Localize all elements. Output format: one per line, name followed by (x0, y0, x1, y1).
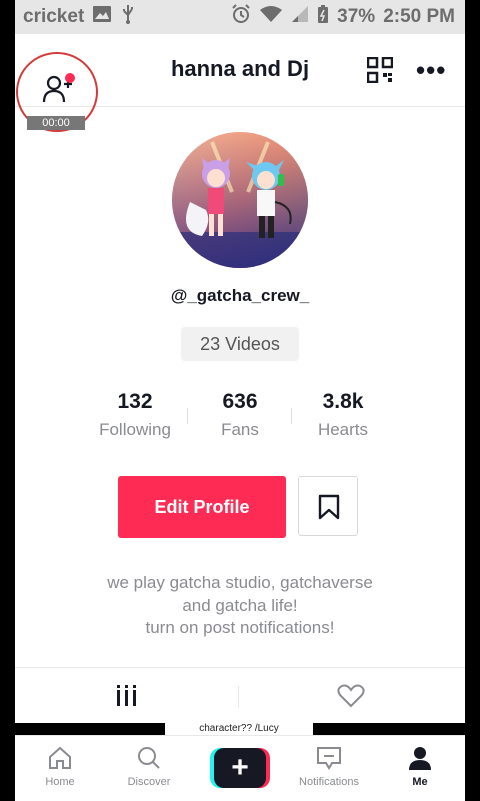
stat-label: Following (99, 420, 171, 439)
image-notification-icon (92, 5, 112, 29)
home-icon (49, 746, 71, 769)
profile-screen: hanna and Dj ••• 00:00 @_gatcha_crew_ 23… (15, 34, 465, 801)
signal-icon (291, 5, 309, 29)
usb-icon (120, 4, 136, 30)
stat-divider (291, 408, 292, 424)
profile-bio: we play gatcha studio, gatchaverse and g… (15, 572, 465, 640)
stat-value: 3.8k (322, 390, 364, 413)
battery-icon (317, 4, 329, 30)
more-options-icon[interactable]: ••• (416, 57, 446, 83)
nav-home[interactable]: Home (25, 746, 95, 788)
favorites-button[interactable] (298, 476, 358, 536)
stat-label: Hearts (317, 420, 369, 439)
stat-value: 132 (117, 390, 153, 413)
bio-line: and gatcha life! (182, 595, 298, 615)
screen-frame-right (465, 34, 480, 800)
create-video-button[interactable]: + (210, 748, 270, 788)
stat-following[interactable]: 132 Following (85, 390, 185, 440)
status-bar: cricket 37% 2:50 PM (15, 0, 465, 34)
screen-frame-left (0, 34, 15, 800)
edit-profile-button[interactable]: Edit Profile (118, 476, 286, 538)
notification-dot (65, 73, 75, 83)
videos-grid-tab-icon[interactable] (115, 684, 139, 713)
carrier-name: cricket (23, 6, 85, 27)
tab-divider (238, 686, 239, 708)
videos-count-badge: 23 Videos (181, 327, 299, 361)
bottom-navigation: Home Discover + Notifications Me (15, 735, 465, 801)
search-icon (138, 747, 160, 769)
battery-percent: 37% (337, 6, 376, 27)
content-tabs (15, 667, 465, 724)
inbox-icon (317, 747, 341, 770)
qr-code-icon[interactable] (366, 56, 394, 88)
avatar[interactable] (172, 132, 308, 268)
stat-label: Fans (221, 420, 259, 439)
profile-username: @_gatcha_crew_ (170, 286, 310, 305)
plus-icon: + (214, 748, 266, 788)
profile-icon (409, 747, 431, 770)
recording-timer: 00:00 (27, 116, 85, 130)
stat-fans[interactable]: 636 Fans (190, 390, 290, 440)
bio-line: we play gatcha studio, gatchaverse (107, 573, 373, 592)
bio-line: turn on post notifications! (145, 618, 335, 637)
stat-hearts[interactable]: 3.8k Hearts (293, 390, 393, 440)
bookmark-icon (318, 494, 340, 520)
liked-tab-heart-icon[interactable] (337, 684, 365, 713)
video-caption: character?? /Lucy (199, 723, 279, 734)
nav-label: Discover (127, 776, 171, 788)
nav-label: Home (45, 776, 75, 788)
wifi-icon (259, 5, 283, 29)
nav-me[interactable]: Me (385, 746, 455, 788)
alarm-icon (231, 4, 251, 30)
nav-label: Notifications (299, 776, 359, 788)
nav-notifications[interactable]: Notifications (294, 746, 364, 788)
video-thumbnail[interactable]: character?? /Lucy (165, 723, 313, 735)
nav-discover[interactable]: Discover (114, 746, 184, 788)
status-clock: 2:50 PM (383, 6, 455, 27)
nav-label: Me (412, 776, 428, 788)
stat-divider (187, 408, 188, 424)
video-thumbnails: character?? /Lucy (15, 723, 465, 735)
stat-value: 636 (222, 390, 258, 413)
